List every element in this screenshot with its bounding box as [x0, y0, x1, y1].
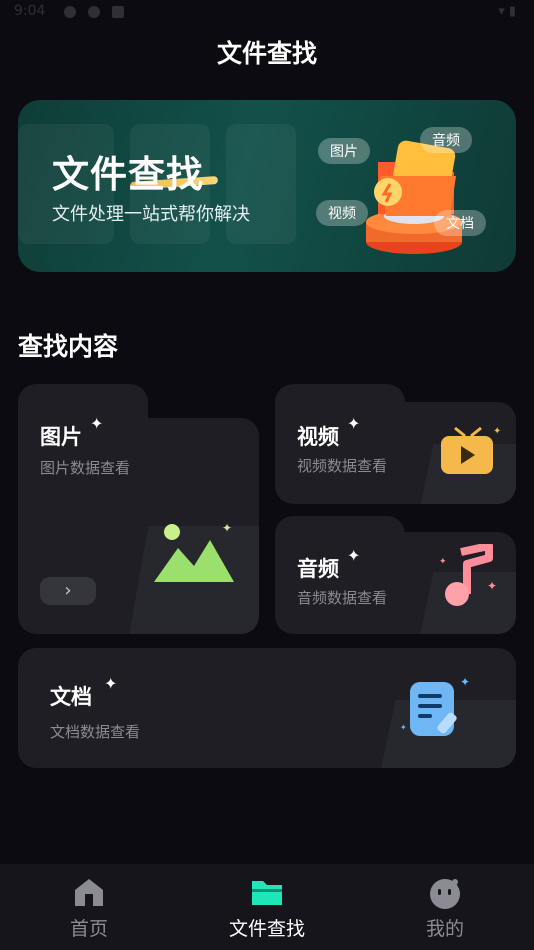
document-icon: ✦ ✦: [400, 675, 470, 736]
tag-doc: 文档: [434, 210, 486, 236]
nav-home-label: 首页: [69, 918, 108, 940]
nav-file-search[interactable]: 文件查找: [207, 864, 327, 950]
profile-icon: [430, 879, 460, 909]
video-card-subtitle: 视频数据查看: [297, 457, 388, 475]
notification-icon: [64, 6, 76, 18]
music-icon: ✦ ✦: [439, 544, 497, 606]
sparkle-icon: ✦: [104, 674, 118, 693]
audio-card-title: 音频: [297, 557, 339, 581]
tag-audio: 音频: [420, 127, 472, 153]
hero-banner[interactable]: 文件查找 文件处理一站式帮你解决 图片 音频 视频 文档: [18, 100, 516, 272]
video-card-title: 视频: [297, 425, 339, 449]
status-bar: 9:04 ▾ ▮: [0, 0, 534, 26]
sparkle-icon: ✦: [347, 546, 361, 565]
sparkle-icon: ✦: [347, 414, 361, 433]
document-card[interactable]: 文档 ✦ 文档数据查看 ✦ ✦: [18, 648, 516, 768]
banner-pattern: [226, 124, 296, 244]
image-icon: ✦: [154, 521, 234, 582]
image-card[interactable]: 图片 ✦ 图片数据查看 ✦ ›: [18, 384, 259, 634]
sparkle-icon: ✦: [90, 414, 104, 433]
audio-card-subtitle: 音频数据查看: [297, 589, 388, 607]
banner-title: 文件查找: [52, 153, 204, 196]
nav-file-search-label: 文件查找: [228, 918, 305, 940]
video-card[interactable]: 视频 ✦ 视频数据查看 ✦: [275, 384, 516, 504]
status-time: 9:04: [14, 3, 46, 19]
image-card-subtitle: 图片数据查看: [40, 459, 131, 477]
banner-subtitle: 文件处理一站式帮你解决: [52, 204, 250, 225]
battery-icon: ▾ ▮: [498, 4, 516, 19]
svg-text:✦: ✦: [460, 675, 470, 689]
bottom-nav: 首页 文件查找 我的: [0, 864, 534, 950]
tag-video: 视频: [316, 200, 368, 226]
sim-status-icon: [112, 6, 124, 18]
home-icon: [75, 879, 103, 906]
page-title: 文件查找: [216, 39, 317, 68]
nav-home[interactable]: 首页: [29, 864, 149, 950]
tag-image: 图片: [318, 138, 370, 164]
svg-text:✦: ✦: [222, 521, 232, 535]
audio-card[interactable]: 音频 ✦ 音频数据查看 ✦ ✦: [275, 516, 516, 634]
image-card-arrow-button[interactable]: ›: [40, 577, 96, 605]
svg-text:✦: ✦: [439, 557, 447, 567]
settings-status-icon: [88, 6, 100, 18]
svg-text:✦: ✦: [493, 426, 501, 437]
nav-profile-label: 我的: [425, 918, 464, 940]
section-title: 查找内容: [18, 332, 119, 361]
document-card-subtitle: 文档数据查看: [50, 723, 141, 741]
image-card-title: 图片: [40, 425, 82, 449]
svg-text:✦: ✦: [400, 723, 407, 732]
folder-icon: [252, 881, 282, 905]
video-icon: ✦: [441, 426, 501, 474]
nav-profile[interactable]: 我的: [385, 864, 505, 950]
svg-text:✦: ✦: [487, 579, 497, 593]
document-card-title: 文档: [50, 685, 92, 709]
